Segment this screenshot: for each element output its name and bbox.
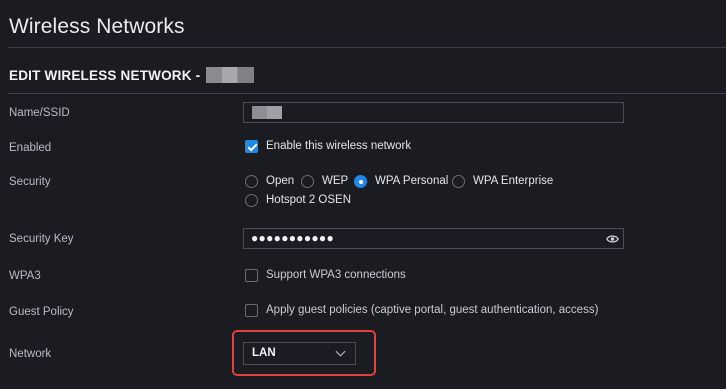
- wpa3-checkbox[interactable]: [245, 269, 258, 282]
- page-title: Wireless Networks: [9, 15, 185, 38]
- network-label: Network: [9, 348, 52, 360]
- ssid-label: Name/SSID: [9, 107, 70, 119]
- network-select-value: LAN: [252, 347, 276, 359]
- security-option-wpa-enterprise[interactable]: WPA Enterprise: [473, 175, 553, 187]
- guest-policy-checkbox-label[interactable]: Apply guest policies (captive portal, gu…: [266, 304, 598, 316]
- security-option-hotspot-osen[interactable]: Hotspot 2 OSEN: [266, 194, 351, 206]
- ssid-input[interactable]: [243, 102, 624, 123]
- enabled-checkbox[interactable]: [245, 140, 258, 153]
- wpa3-label: WPA3: [9, 270, 41, 282]
- security-radio-wep[interactable]: [301, 175, 314, 188]
- wpa3-checkbox-label[interactable]: Support WPA3 connections: [266, 269, 406, 281]
- security-key-value: ●●●●●●●●●●●: [251, 231, 335, 245]
- guest-policy-checkbox[interactable]: [245, 304, 258, 317]
- security-radio-hotspot-osen[interactable]: [245, 194, 258, 207]
- section-title-text: EDIT WIRELESS NETWORK -: [9, 67, 201, 83]
- guest-policy-label: Guest Policy: [9, 306, 74, 318]
- network-select[interactable]: LAN: [243, 342, 356, 365]
- eye-icon[interactable]: [606, 233, 619, 245]
- security-radio-wpa-personal[interactable]: [354, 175, 367, 188]
- security-option-open[interactable]: Open: [266, 175, 294, 187]
- security-radio-open[interactable]: [245, 175, 258, 188]
- redacted-network-name: [206, 67, 255, 83]
- chevron-down-icon: [335, 350, 346, 357]
- security-option-wep[interactable]: WEP: [322, 175, 348, 187]
- security-key-label: Security Key: [9, 233, 74, 245]
- title-divider: [8, 47, 726, 48]
- security-key-input[interactable]: ●●●●●●●●●●●: [243, 228, 624, 249]
- security-option-wpa-personal[interactable]: WPA Personal: [375, 175, 448, 187]
- redacted-ssid-value: [252, 106, 282, 119]
- security-label: Security: [9, 176, 51, 188]
- section-divider: [8, 93, 726, 94]
- security-radio-wpa-enterprise[interactable]: [452, 175, 465, 188]
- section-title: EDIT WIRELESS NETWORK -: [9, 67, 255, 83]
- enabled-checkbox-label[interactable]: Enable this wireless network: [266, 140, 411, 152]
- enabled-label: Enabled: [9, 142, 52, 154]
